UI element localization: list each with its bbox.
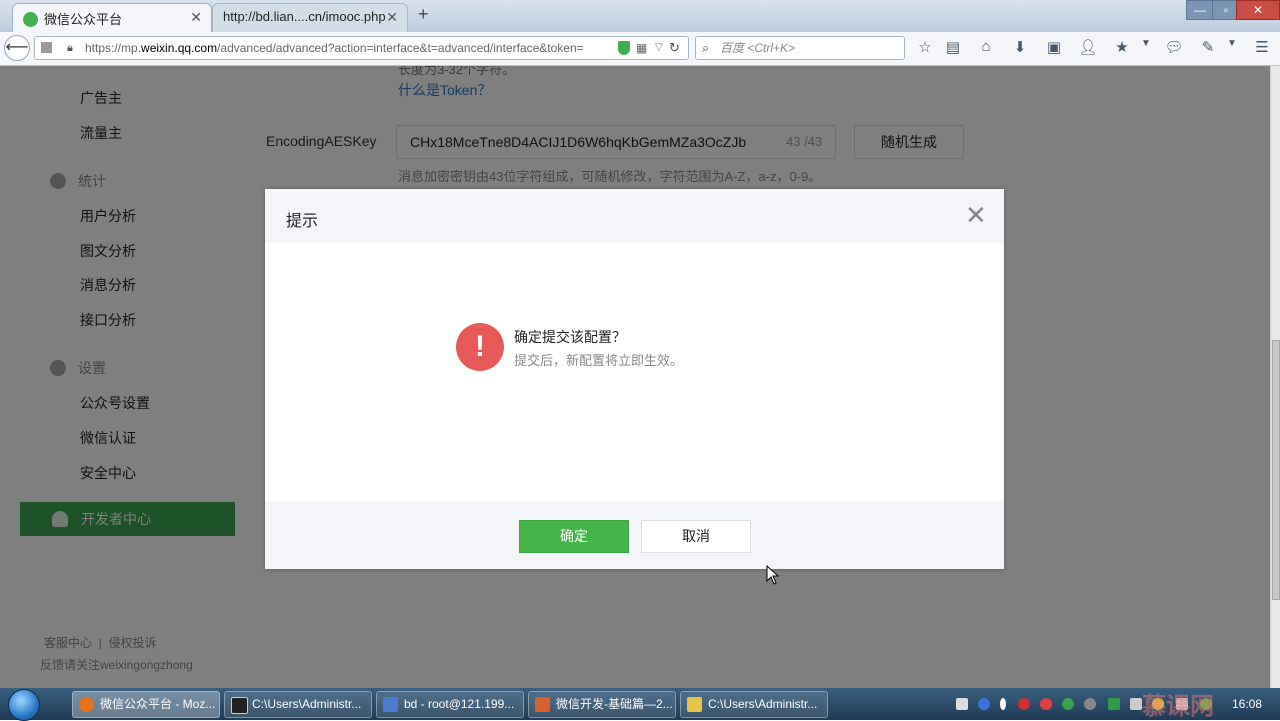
page-scrollbar[interactable] [1270,66,1280,688]
confirm-button[interactable]: 确定 [519,520,629,553]
mouse-cursor-icon [766,565,780,585]
dialog-message: 确定提交该配置？ [514,329,626,345]
windows-taskbar: 微信公众平台 - Moz... C:\Users\Administr... bd… [0,688,1280,721]
browser-nav-bar: ⟵ 🔒︎ https://mp.weixin.qq.com/advanced/a… [0,32,1280,66]
new-tab-button[interactable]: + [418,4,429,25]
search-icon: ⌕ [702,40,710,55]
chevron-down-icon[interactable]: ▼ [1222,38,1242,49]
bookmark-star-icon[interactable]: ☆ [915,38,935,56]
taskbar-item-explorer[interactable]: C:\Users\Administr... [680,691,828,718]
back-button[interactable]: ⟵ [4,35,30,61]
tab-label: http://bd.lian....cn/imooc.php [223,9,386,24]
chevron-down-icon[interactable]: ▽ [655,37,663,59]
tab-label: 微信公众平台 [44,12,123,27]
bookmarks-list-icon[interactable]: ▤ [943,38,963,56]
cancel-button[interactable]: 取消 [641,520,751,553]
volume-icon[interactable] [1130,698,1142,710]
confirm-dialog: 提示 ✕ ! 确定提交该配置？ 提交后，新配置将立即生效。 确定 取消 [265,189,1004,569]
search-input[interactable]: ⌕ 百度 <Ctrl+K> [695,36,905,60]
tab-close-icon[interactable]: ✕ [386,9,398,26]
tab-imooc[interactable]: http://bd.lian....cn/imooc.php ✕ [212,3,408,32]
wechat-favicon-icon [23,12,38,27]
app-tray-icon[interactable] [1084,698,1096,710]
ssh-client-icon [383,697,398,712]
powerpoint-icon [535,697,550,712]
address-bar[interactable]: 🔒︎ https://mp.weixin.qq.com/advanced/adv… [34,36,689,60]
search-placeholder: 百度 <Ctrl+K> [720,41,796,55]
keyboard-icon[interactable] [956,698,968,710]
tab-close-icon[interactable]: ✕ [190,9,202,26]
tray-expand-icon[interactable] [1000,698,1006,710]
home-icon[interactable]: ⌂ [976,38,996,55]
taskbar-item-ssh[interactable]: bd - root@121.199... [376,691,524,718]
tab-weixin[interactable]: 微信公众平台 ✕ [12,3,212,32]
chevron-down-icon[interactable]: ▼ [1136,38,1156,49]
help-icon[interactable] [978,698,990,710]
screenshot-icon[interactable]: ▣ [1044,38,1064,56]
close-icon[interactable]: ✕ [965,202,987,228]
dialog-title: 提示 [286,213,319,230]
warning-icon: ! [456,323,504,371]
record-icon[interactable] [1018,698,1030,710]
app-tray-icon[interactable] [1062,698,1074,710]
qr-code-icon[interactable]: ▦ [636,37,647,59]
addon-icon[interactable]: ✎ [1198,38,1218,56]
clock[interactable]: 16:08 [1232,697,1262,711]
dialog-footer: 确定 取消 [265,501,1004,569]
watermark-logo: 慕课网 [1142,693,1214,720]
dialog-header: 提示 ✕ [265,189,1004,243]
reload-icon[interactable]: ↻ [669,37,680,59]
windows-logo-icon [8,689,40,721]
page-content: 广告主 流量主 统计 用户分析 图文分析 消息分析 接口分析 设置 公众号设置 … [0,66,1270,688]
scrollbar-thumb[interactable] [1272,340,1280,600]
download-icon[interactable]: ⬇ [1010,38,1030,56]
taskbar-item-cmd[interactable]: C:\Users\Administr... [224,691,372,718]
addon-star-icon[interactable]: ★ [1112,38,1132,56]
site-identity-icon[interactable] [41,42,52,53]
url-text: https://mp.weixin.qq.com/advanced/advanc… [85,41,584,55]
account-icon[interactable]: 👤︎ [1078,38,1098,56]
chat-icon[interactable]: 💬︎ [1164,38,1184,56]
dialog-sub-message: 提交后，新配置将立即生效。 [514,353,684,368]
security-shield-icon[interactable] [1108,698,1120,710]
minimize-button[interactable]: — [1186,0,1214,20]
taskbar-item-firefox[interactable]: 微信公众平台 - Moz... [72,691,220,718]
start-button[interactable] [4,688,44,721]
taskbar-item-ppt[interactable]: 微信开发-基础篇—2... [528,691,676,718]
shield-icon[interactable] [618,41,630,55]
window-close-button[interactable]: ✕ [1236,0,1280,20]
folder-icon [687,697,702,712]
terminal-icon [231,697,248,714]
browser-tab-bar: 微信公众平台 ✕ http://bd.lian....cn/imooc.php … [0,0,1280,32]
firefox-icon [79,697,94,712]
menu-icon[interactable]: ☰ [1252,38,1272,56]
app-tray-icon[interactable] [1040,698,1052,710]
lock-icon: 🔒︎ [67,42,73,54]
